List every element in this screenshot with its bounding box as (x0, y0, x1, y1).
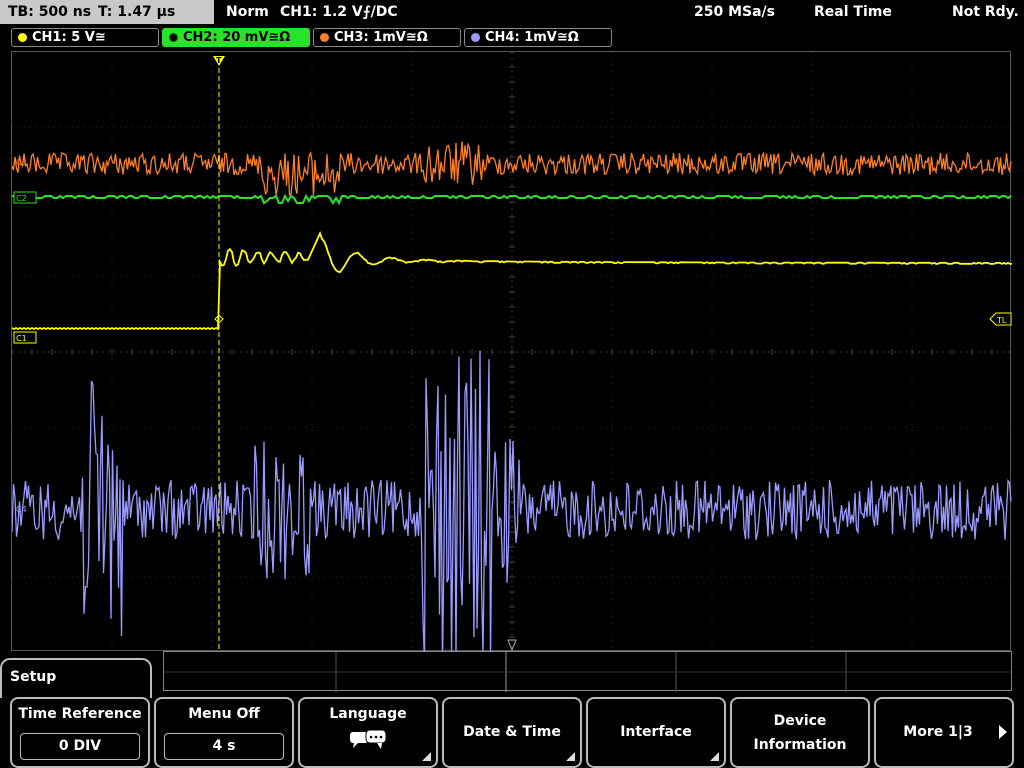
channel-tab-label: CH4: 1mV≅Ω (485, 30, 579, 45)
acquisition-mode: Real Time (814, 4, 892, 20)
device-information-softkey[interactable]: Device Information (730, 697, 870, 768)
language-softkey[interactable]: Language (298, 697, 438, 768)
speech-bubbles-icon (350, 729, 387, 749)
status-bar: TB: 500 ns T: 1.47 µs Norm CH1: 1.2 V⨍/D… (0, 0, 1024, 24)
submenu-indicator-icon (566, 752, 575, 761)
trigger-position-label: T (216, 56, 222, 65)
channel-tab-label: CH3: 1mV≅Ω (334, 30, 428, 45)
channel-tab-ch4[interactable]: CH4: 1mV≅Ω (464, 28, 612, 47)
ch1-marker-label: C1 (16, 334, 27, 343)
trigger-slope-icon: ⨍ (362, 4, 371, 20)
softkey-label-line2: Information (753, 737, 847, 753)
more-softkey[interactable]: More 1|3 (874, 697, 1014, 768)
timeline-strip (163, 651, 1013, 692)
time-reference-softkey[interactable]: Time Reference 0 DIV (10, 697, 150, 768)
channel-tab-label: CH2: 20 mV≅Ω (183, 30, 291, 45)
softkey-label: Menu Off (188, 706, 260, 722)
ch4-color-dot (471, 33, 480, 42)
submenu-indicator-icon (710, 752, 719, 761)
timeline-ticks (164, 652, 1013, 692)
date-time-softkey[interactable]: Date & Time (442, 697, 582, 768)
sample-rate: 250 MSa/s (694, 4, 776, 20)
menu-title-tab: Setup (0, 658, 152, 698)
acquisition-status: Not Rdy. (952, 4, 1019, 20)
trigger-mode[interactable]: Norm (226, 4, 269, 20)
menu-off-softkey[interactable]: Menu Off 4 s (154, 697, 294, 768)
channel-tab-ch2[interactable]: CH2: 20 mV≅Ω (162, 28, 310, 47)
interface-softkey[interactable]: Interface (586, 697, 726, 768)
softkey-label: Time Reference (18, 706, 142, 722)
next-page-arrow-icon (999, 725, 1007, 739)
trigger-info[interactable]: CH1: 1.2 V⨍/DC (280, 4, 398, 20)
channel-tab-ch3[interactable]: CH3: 1mV≅Ω (313, 28, 461, 47)
softkey-label-line1: Device (773, 713, 827, 729)
waveform-display[interactable]: T C2 C1 C3 C4 TL (11, 51, 1012, 652)
trigger-coupling: DC (375, 4, 398, 20)
ch3-marker-label[interactable]: C3 (16, 158, 27, 167)
trigger-source: CH1: 1.2 V (280, 4, 363, 20)
ch1-color-dot (18, 33, 27, 42)
menu-off-value: 4 s (164, 733, 284, 760)
trigger-level-label: TL (996, 316, 1007, 325)
timebase-readout: TB: 500 ns (8, 4, 92, 20)
ch3-color-dot (320, 33, 329, 42)
graticule (12, 52, 1012, 652)
softkey-label: Date & Time (463, 724, 561, 740)
softkey-label: Interface (620, 724, 692, 740)
ch4-marker-label[interactable]: C4 (16, 505, 27, 514)
softkey-label: More 1|3 (903, 724, 973, 740)
softkey-label: Language (329, 706, 407, 722)
timebase-box[interactable]: TB: 500 ns T: 1.47 µs (0, 0, 214, 24)
trigger-time-readout: T: 1.47 µs (98, 4, 176, 20)
menu-title: Setup (10, 669, 57, 685)
channel-tab-ch1[interactable]: CH1: 5 V≅ (11, 28, 159, 47)
ch2-color-dot (169, 33, 178, 42)
time-reference-value: 0 DIV (20, 733, 140, 760)
submenu-indicator-icon (422, 752, 431, 761)
channel-tab-label: CH1: 5 V≅ (32, 30, 106, 45)
ch2-marker-label: C2 (16, 194, 27, 203)
waveform-canvas: T C2 C1 C3 C4 TL (12, 52, 1012, 652)
channel-tabs: CH1: 5 V≅ CH2: 20 mV≅Ω CH3: 1mV≅Ω CH4: 1… (0, 26, 1024, 48)
